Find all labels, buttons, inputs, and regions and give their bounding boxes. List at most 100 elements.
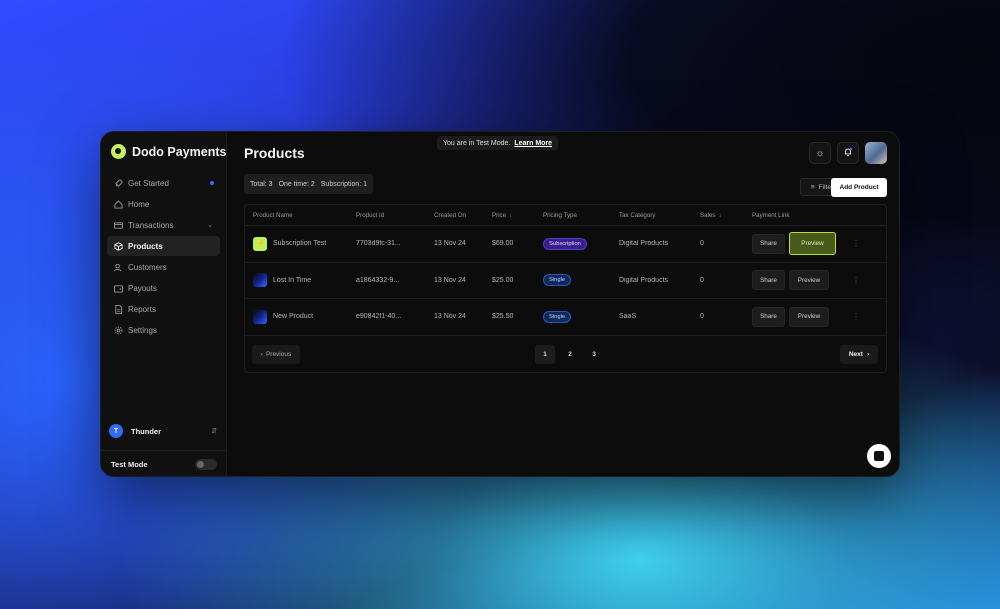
share-button[interactable]: Share: [752, 270, 785, 291]
brand-name: Dodo Payments: [132, 144, 227, 159]
home-icon: [113, 199, 123, 209]
stat-total: Total: 3: [250, 180, 273, 188]
column-header: Product Name: [253, 211, 293, 219]
stat-one-time: One time: 2: [278, 180, 315, 188]
sales: 0: [700, 240, 704, 248]
preview-button[interactable]: Preview: [789, 232, 836, 256]
more-options-icon[interactable]: ⋮: [852, 276, 872, 285]
gear-icon: [113, 325, 123, 335]
payment-link-cell: Share Preview: [752, 306, 852, 327]
column-header-sales[interactable]: Sales ↓: [700, 212, 752, 219]
sales: 0: [700, 313, 704, 321]
tax-category: Digital Products: [619, 276, 669, 284]
chevron-right-icon: ›: [866, 351, 870, 358]
chat-icon: [874, 451, 884, 461]
table-header: Product Name Product Id Created On Price…: [245, 205, 886, 226]
sidebar-item-label: Payouts: [128, 283, 157, 293]
column-header: Pricing Type: [543, 211, 577, 219]
profile-avatar[interactable]: [865, 142, 887, 164]
page-button-2[interactable]: 2: [560, 345, 580, 364]
next-page-button[interactable]: Next ›: [840, 345, 878, 364]
share-button[interactable]: Share: [752, 306, 785, 327]
chat-support-button[interactable]: [867, 444, 891, 468]
sales: 0: [700, 276, 704, 284]
account-switcher[interactable]: T Thunder ⇵: [109, 424, 217, 438]
table-row[interactable]: Lost In Time a1864332-9... 13 Nov 24 $25…: [245, 263, 886, 299]
previous-label: Previous: [265, 351, 292, 358]
table-row[interactable]: New Product e90842f1-40... 13 Nov 24 $25…: [245, 299, 886, 336]
sidebar-item-home[interactable]: Home: [107, 194, 220, 214]
sidebar-item-label: Get Started: [128, 178, 169, 188]
product-name: New Product: [273, 313, 314, 321]
notifications-button[interactable]: [837, 142, 859, 164]
page-button-1[interactable]: 1: [535, 345, 555, 364]
dodo-logo-icon: [111, 144, 126, 159]
sidebar-item-products[interactable]: Products: [107, 236, 220, 256]
pricing-type-cell: Single: [543, 274, 619, 287]
column-header: Product Id: [356, 211, 385, 219]
share-button[interactable]: Share: [752, 233, 785, 254]
pricing-type-cell: Subscription: [543, 237, 619, 250]
created-on: 13 Nov 24: [434, 240, 466, 248]
banner-text: You are in Test Mode.: [443, 139, 511, 147]
filter-icon: ≡: [810, 183, 815, 191]
avatar: T: [109, 424, 123, 438]
add-product-button[interactable]: Add Product: [831, 178, 887, 197]
column-header-price[interactable]: Price ↓: [492, 212, 543, 219]
preview-button[interactable]: Preview: [789, 306, 829, 327]
sidebar-item-get-started[interactable]: Get Started: [107, 173, 220, 193]
page-title: Products: [244, 145, 305, 161]
product-id: 7703d9fc-31...: [356, 240, 401, 248]
main-content: You are in Test Mode. Learn More Product…: [228, 132, 899, 476]
box-icon: [113, 241, 123, 251]
preview-button[interactable]: Preview: [789, 270, 829, 291]
more-options-icon[interactable]: ⋮: [852, 312, 872, 321]
column-header: Created On: [434, 211, 466, 219]
sidebar-item-settings[interactable]: Settings: [107, 320, 220, 340]
sidebar-nav: Get Started Home Transactions ⌄ Products…: [107, 173, 220, 341]
previous-page-button[interactable]: ‹ Previous: [252, 345, 300, 364]
tax-category: SaaS: [619, 313, 637, 321]
test-mode-row: Test Mode: [101, 450, 227, 476]
notification-dot: [210, 181, 214, 185]
chevron-left-icon: ‹: [260, 351, 263, 358]
status-badge: Subscription: [543, 237, 587, 250]
products-table: Product Name Product Id Created On Price…: [244, 204, 887, 373]
table-row[interactable]: ⚡ Subscription Test 7703d9fc-31... 13 No…: [245, 226, 886, 263]
learn-more-link[interactable]: Learn More: [514, 140, 552, 147]
test-mode-toggle[interactable]: [195, 459, 217, 470]
header-actions: ☼: [809, 142, 887, 164]
page-button-3[interactable]: 3: [584, 345, 604, 364]
product-name-cell: Lost In Time: [245, 273, 356, 288]
price: $25.00: [492, 276, 514, 284]
price: $25.50: [492, 313, 514, 321]
wallet-icon: [113, 283, 123, 293]
sidebar-item-customers[interactable]: Customers: [107, 257, 220, 277]
product-id: e90842f1-40...: [356, 313, 402, 321]
status-badge: Single: [543, 274, 572, 287]
next-label: Next: [848, 351, 863, 358]
sidebar-item-reports[interactable]: Reports: [107, 299, 220, 319]
brand[interactable]: Dodo Payments: [111, 144, 226, 159]
tax-category: Digital Products: [619, 240, 669, 248]
theme-toggle-button[interactable]: ☼: [809, 142, 831, 164]
chevron-up-down-icon: ⇵: [211, 428, 217, 435]
column-header-label: Price: [492, 211, 507, 219]
column-header: Tax Category: [619, 211, 656, 219]
test-mode-label: Test Mode: [111, 460, 148, 469]
sidebar-item-label: Customers: [128, 262, 167, 272]
card-icon: [113, 220, 123, 230]
lightning-icon: ⚡: [253, 236, 267, 251]
price: $69.00: [492, 240, 514, 248]
product-name: Lost In Time: [273, 276, 312, 284]
more-options-icon[interactable]: ⋮: [852, 239, 872, 248]
report-icon: [113, 304, 123, 314]
test-mode-banner: You are in Test Mode. Learn More: [437, 136, 559, 150]
column-header-label: Sales: [700, 211, 716, 219]
pagination: ‹ Previous 1 2 3 Next ›: [245, 345, 886, 369]
column-header: Payment Link: [752, 211, 790, 219]
payment-link-cell: Share Preview: [752, 232, 852, 256]
chevron-down-icon: ⌄: [207, 222, 213, 229]
sidebar-item-payouts[interactable]: Payouts: [107, 278, 220, 298]
sidebar-item-transactions[interactable]: Transactions ⌄: [107, 215, 220, 235]
